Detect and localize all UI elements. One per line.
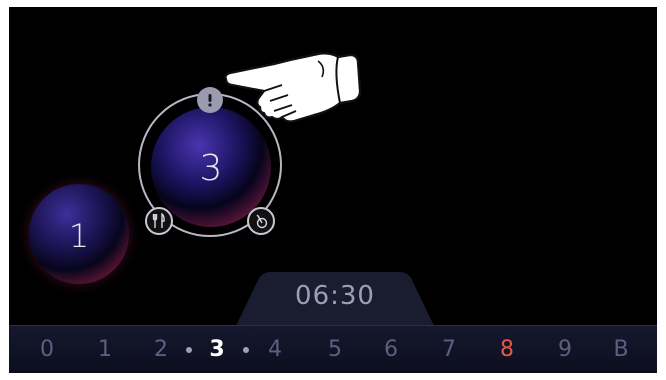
power-level-5[interactable]: 5: [323, 337, 347, 362]
power-level-0[interactable]: 0: [35, 337, 59, 362]
power-level-4[interactable]: 4: [263, 337, 287, 362]
zone-left-level: 1: [68, 217, 90, 255]
zone-selected-level: 3: [199, 148, 223, 189]
cutlery-button[interactable]: [145, 207, 173, 235]
power-level-7[interactable]: 7: [437, 337, 461, 362]
power-level-2[interactable]: 2: [149, 337, 173, 362]
power-level-3[interactable]: 3: [205, 337, 229, 362]
power-level-1[interactable]: 1: [93, 337, 117, 362]
power-level-6[interactable]: 6: [379, 337, 403, 362]
timer-icon: [256, 214, 268, 229]
pointing-hand-icon: [224, 52, 362, 123]
exclamation-icon[interactable]: [197, 87, 223, 113]
power-level-8[interactable]: 8: [495, 337, 519, 362]
timer-button[interactable]: [247, 207, 275, 235]
selection-dot-right: [243, 347, 249, 353]
cooktop-screen: 1 3 06:30 0 1 2 3 4 5 6 7 8 9 B: [9, 7, 657, 373]
power-level-B[interactable]: B: [609, 337, 633, 362]
cutlery-icon: [152, 213, 165, 228]
power-level-9[interactable]: 9: [553, 337, 577, 362]
selection-dot-left: [186, 347, 192, 353]
timer-display[interactable]: 06:30: [235, 281, 435, 311]
